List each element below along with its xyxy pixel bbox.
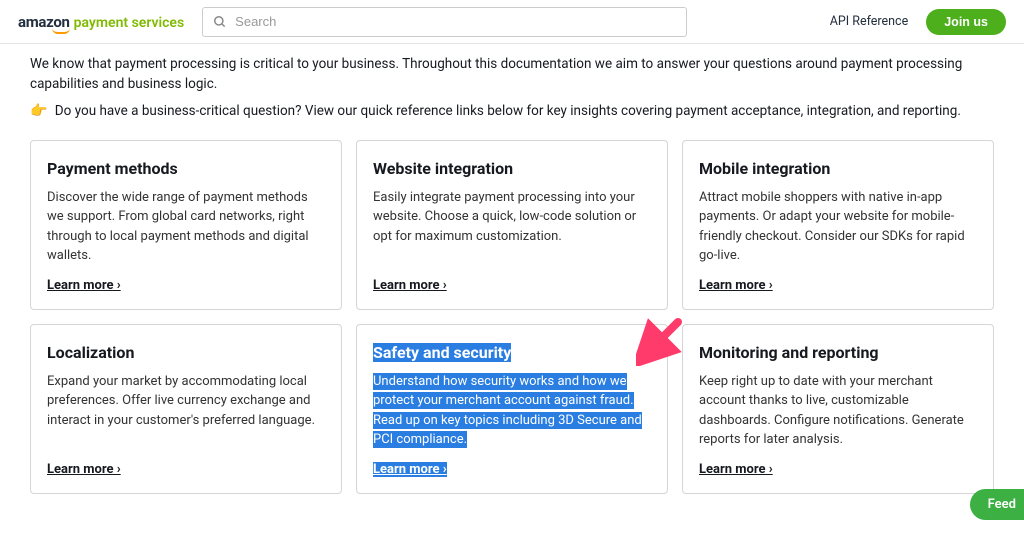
main-content: We know that payment processing is criti…: [0, 44, 1024, 494]
intro-question: 👉 Do you have a business-critical questi…: [30, 101, 994, 122]
logo[interactable]: amazon payment services: [18, 13, 184, 31]
learn-more-link[interactable]: Learn more ›: [373, 462, 651, 477]
feedback-tab[interactable]: Feed: [970, 489, 1024, 520]
api-reference-link[interactable]: API Reference: [830, 14, 909, 29]
top-header: amazon payment services API Reference Jo…: [0, 0, 1024, 44]
logo-ps-text: payment services: [74, 15, 185, 31]
card-desc: Discover the wide range of payment metho…: [47, 188, 325, 266]
learn-more-link[interactable]: Learn more ›: [699, 278, 977, 293]
card-safety-security[interactable]: Safety and security Understand how secur…: [356, 324, 668, 494]
search-input[interactable]: [235, 14, 676, 29]
card-website-integration[interactable]: Website integration Easily integrate pay…: [356, 140, 668, 310]
pointing-hand-icon: 👉: [30, 101, 47, 122]
search-box[interactable]: [202, 7, 687, 37]
logo-amazon-text: amazon: [18, 13, 70, 31]
card-title: Payment methods: [47, 159, 325, 178]
smile-icon: [52, 28, 70, 34]
card-desc: Keep right up to date with your merchant…: [699, 372, 977, 450]
search-icon: [213, 15, 227, 29]
join-us-button[interactable]: Join us: [926, 9, 1006, 35]
card-title: Localization: [47, 343, 325, 362]
card-title: Safety and security: [373, 343, 651, 362]
card-desc: Easily integrate payment processing into…: [373, 188, 651, 266]
card-desc: Expand your market by accommodating loca…: [47, 372, 325, 450]
card-payment-methods[interactable]: Payment methods Discover the wide range …: [30, 140, 342, 310]
card-mobile-integration[interactable]: Mobile integration Attract mobile shoppe…: [682, 140, 994, 310]
card-desc: Understand how security works and how we…: [373, 372, 651, 450]
learn-more-link[interactable]: Learn more ›: [699, 462, 977, 477]
card-grid: Payment methods Discover the wide range …: [30, 140, 994, 494]
card-localization[interactable]: Localization Expand your market by accom…: [30, 324, 342, 494]
card-monitoring-reporting[interactable]: Monitoring and reporting Keep right up t…: [682, 324, 994, 494]
card-title: Mobile integration: [699, 159, 977, 178]
learn-more-link[interactable]: Learn more ›: [373, 278, 651, 293]
card-title: Monitoring and reporting: [699, 343, 977, 362]
intro-paragraph: We know that payment processing is criti…: [30, 54, 994, 95]
card-title: Website integration: [373, 159, 651, 178]
learn-more-link[interactable]: Learn more ›: [47, 278, 325, 293]
learn-more-link[interactable]: Learn more ›: [47, 462, 325, 477]
card-desc: Attract mobile shoppers with native in-a…: [699, 188, 977, 266]
